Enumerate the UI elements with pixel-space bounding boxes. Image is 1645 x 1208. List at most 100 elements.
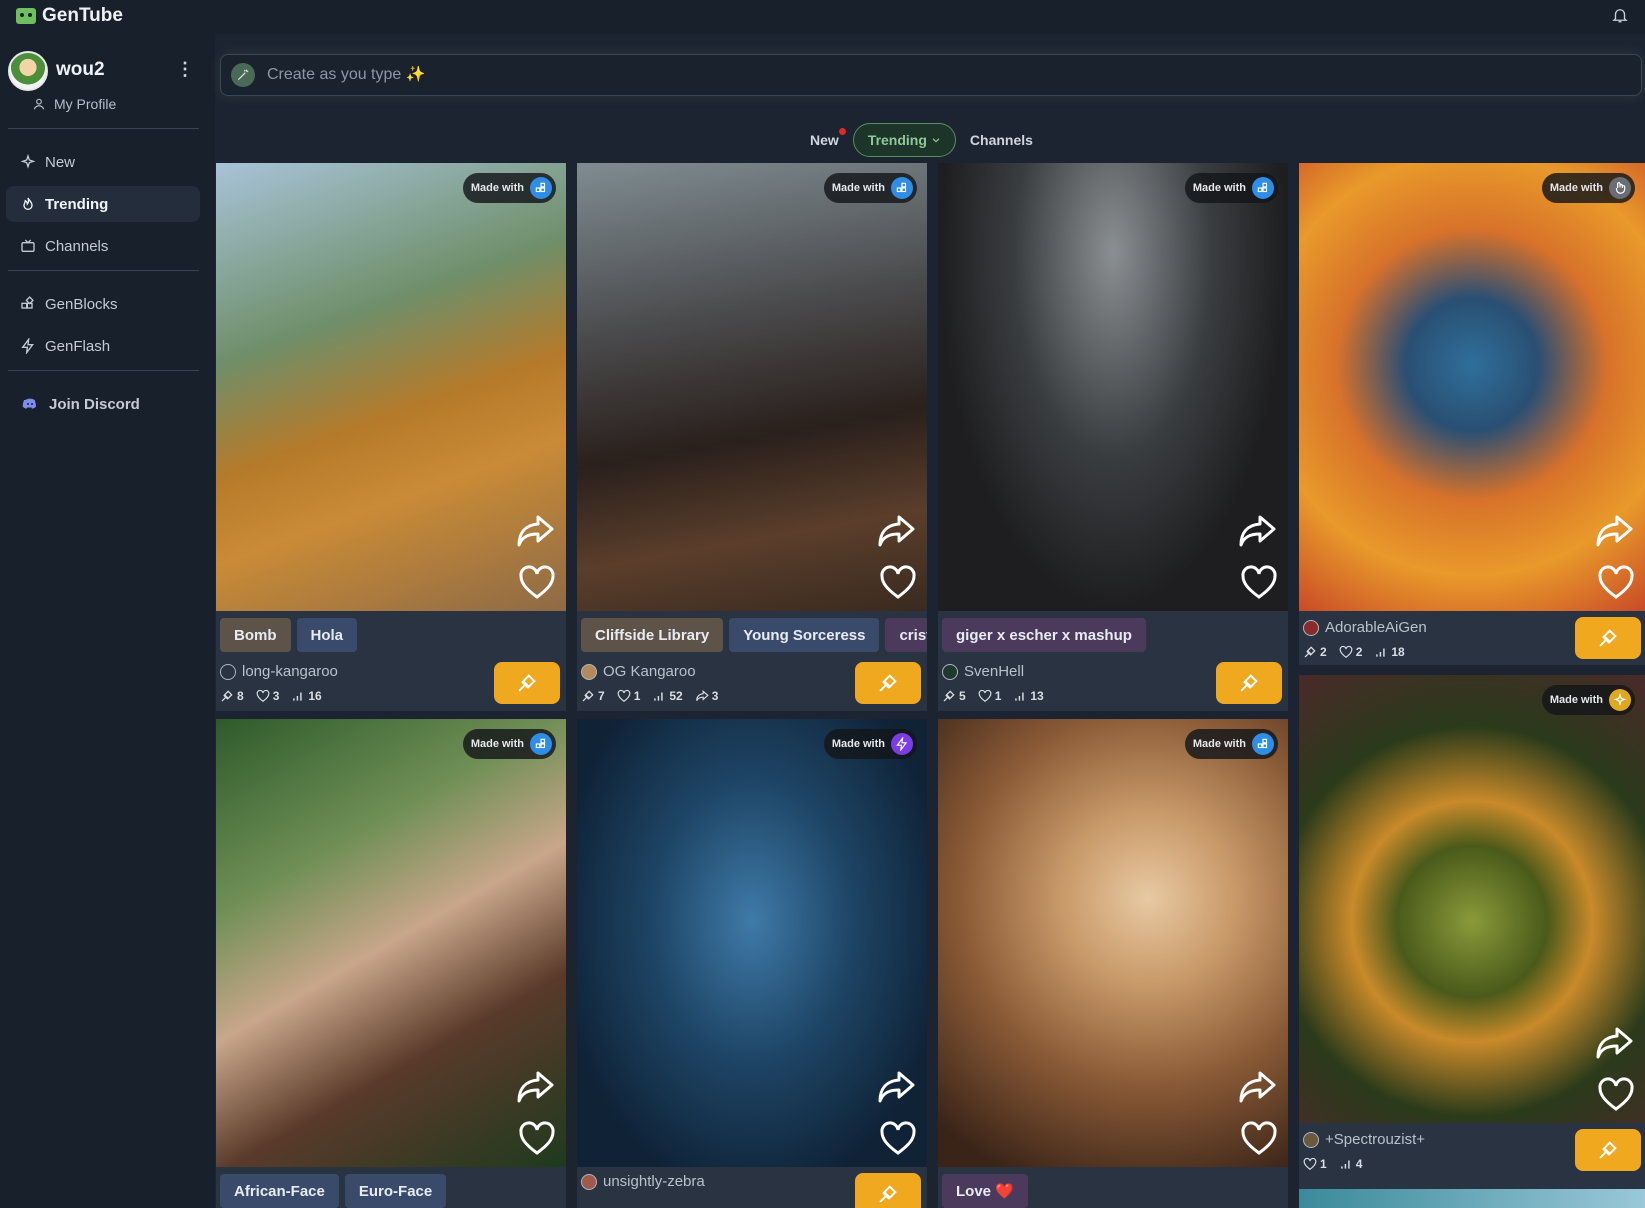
view-count: 13 — [1030, 689, 1044, 703]
like-count: 2 — [1355, 645, 1363, 659]
tag-chip[interactable]: Cliffside Library — [581, 618, 724, 652]
tab-new[interactable]: New — [810, 128, 846, 148]
remix-button[interactable] — [1575, 1129, 1641, 1171]
feed-card[interactable]: Made with African-Face Euro-Face — [216, 719, 566, 1208]
my-profile-link[interactable]: My Profile — [32, 96, 116, 112]
like-count: 1 — [633, 689, 641, 703]
author[interactable]: +Spectrouzist+ — [1303, 1131, 1425, 1148]
feed-card[interactable]: Made with +Spectrouzist+ 1 4 — [1299, 675, 1645, 1208]
heart-icon[interactable] — [518, 1121, 556, 1157]
feed-card[interactable]: Made with Cliffside Library Young Sorcer… — [577, 163, 927, 711]
chevron-down-icon — [932, 138, 940, 143]
like-count-icon — [1303, 1157, 1317, 1171]
app-logo[interactable]: GenTube — [16, 5, 123, 27]
author[interactable]: SvenHell — [942, 663, 1024, 680]
create-prompt-input[interactable] — [267, 66, 1641, 84]
share-icon[interactable] — [1238, 1069, 1278, 1105]
divider — [8, 370, 199, 371]
heart-icon[interactable] — [518, 565, 556, 601]
feed-card[interactable]: Made with giger x escher x mashup SvenHe… — [938, 163, 1288, 711]
tag-chip[interactable]: Euro-Face — [344, 1174, 447, 1208]
like-count: 1 — [1320, 1157, 1327, 1171]
author[interactable]: long-kangaroo — [220, 663, 338, 680]
author[interactable]: OG Kangaroo — [581, 663, 696, 680]
join-discord-link[interactable]: Join Discord — [6, 386, 200, 422]
sidebar-item-channels[interactable]: Channels — [6, 228, 200, 264]
card-image[interactable] — [1299, 163, 1645, 611]
blocks-icon — [891, 177, 913, 199]
sidebar-item-new[interactable]: New — [6, 144, 200, 180]
made-with-badge[interactable]: Made with — [823, 729, 917, 759]
card-image[interactable] — [938, 719, 1288, 1167]
heart-icon[interactable] — [1240, 1121, 1278, 1157]
remix-button[interactable] — [494, 662, 560, 704]
feed-card[interactable]: Made with Bomb Hola long-kangaroo 8 3 16 — [216, 163, 566, 711]
heart-icon[interactable] — [1240, 565, 1278, 601]
brush-icon — [516, 672, 538, 694]
remix-button[interactable] — [1575, 617, 1641, 659]
share-icon[interactable] — [1238, 513, 1278, 549]
made-with-badge[interactable]: Made with — [823, 173, 917, 203]
sidebar-item-label: Channels — [45, 237, 109, 255]
feed-card[interactable]: Made with unsightly-zebra — [577, 719, 927, 1208]
bell-icon[interactable] — [1611, 6, 1629, 24]
sidebar-item-label: GenFlash — [45, 337, 111, 355]
share-icon[interactable] — [877, 513, 917, 549]
tag-chip[interactable]: Love ❤️ — [942, 1174, 1028, 1208]
heart-icon[interactable] — [879, 565, 917, 601]
made-with-label: Made with — [470, 738, 524, 750]
heart-icon[interactable] — [879, 1121, 917, 1157]
card-image[interactable] — [216, 719, 566, 1167]
tag-chip[interactable]: Bomb — [220, 618, 291, 652]
feed-card[interactable]: Made with Love ❤️ — [938, 719, 1288, 1208]
card-image[interactable] — [577, 163, 927, 611]
feed-card[interactable]: Made with AdorableAiGen 2 2 18 — [1299, 163, 1645, 665]
remix-button[interactable] — [1216, 662, 1282, 704]
tag-chip[interactable]: crista — [885, 618, 927, 652]
made-with-badge[interactable]: Made with — [1541, 173, 1635, 203]
sidebar-item-genflash[interactable]: GenFlash — [6, 328, 200, 364]
sidebar-item-trending[interactable]: Trending — [6, 186, 200, 222]
made-with-badge[interactable]: Made with — [1184, 729, 1278, 759]
tag-chip[interactable]: Hola — [296, 618, 358, 652]
card-image[interactable] — [938, 163, 1288, 611]
made-with-badge[interactable]: Made with — [1541, 685, 1635, 715]
sidebar-item-label: Trending — [45, 195, 109, 213]
remix-button[interactable] — [855, 662, 921, 704]
app-title: GenTube — [42, 5, 123, 26]
share-icon[interactable] — [1595, 1025, 1635, 1061]
remix-count-icon — [581, 689, 595, 703]
tag-chip[interactable]: giger x escher x mashup — [942, 618, 1146, 652]
remix-button[interactable] — [855, 1173, 921, 1208]
remix-count: 8 — [237, 689, 244, 703]
heart-icon[interactable] — [1597, 1077, 1635, 1113]
made-with-badge[interactable]: Made with — [1184, 173, 1278, 203]
discord-icon — [22, 398, 36, 409]
heart-icon[interactable] — [1597, 565, 1635, 601]
remix-count: 7 — [598, 689, 605, 703]
author[interactable]: unsightly-zebra — [581, 1173, 705, 1190]
made-with-badge[interactable]: Made with — [462, 729, 556, 759]
avatar — [1303, 619, 1319, 636]
remix-count: 5 — [959, 689, 966, 703]
tag-chip[interactable]: African-Face — [220, 1174, 339, 1208]
share-icon[interactable] — [1595, 513, 1635, 549]
avatar[interactable] — [8, 51, 48, 91]
tab-channels[interactable]: Channels — [970, 132, 1033, 148]
tab-trending[interactable]: Trending — [852, 123, 956, 157]
sparkle-icon — [20, 154, 36, 169]
tag-chip[interactable]: Young Sorceress — [729, 618, 880, 652]
robot-logo-icon — [16, 8, 36, 24]
card-image[interactable] — [577, 719, 927, 1167]
card-stats: 1 4 — [1303, 1157, 1362, 1171]
author[interactable]: AdorableAiGen — [1303, 619, 1427, 636]
share-icon[interactable] — [516, 513, 556, 549]
like-count: 3 — [272, 689, 280, 703]
card-image[interactable] — [1299, 675, 1645, 1123]
made-with-badge[interactable]: Made with — [462, 173, 556, 203]
sidebar-item-genblocks[interactable]: GenBlocks — [6, 286, 200, 322]
card-image[interactable] — [216, 163, 566, 611]
share-icon[interactable] — [516, 1069, 556, 1105]
share-icon[interactable] — [877, 1069, 917, 1105]
more-options-icon[interactable]: ⋮ — [176, 59, 194, 80]
